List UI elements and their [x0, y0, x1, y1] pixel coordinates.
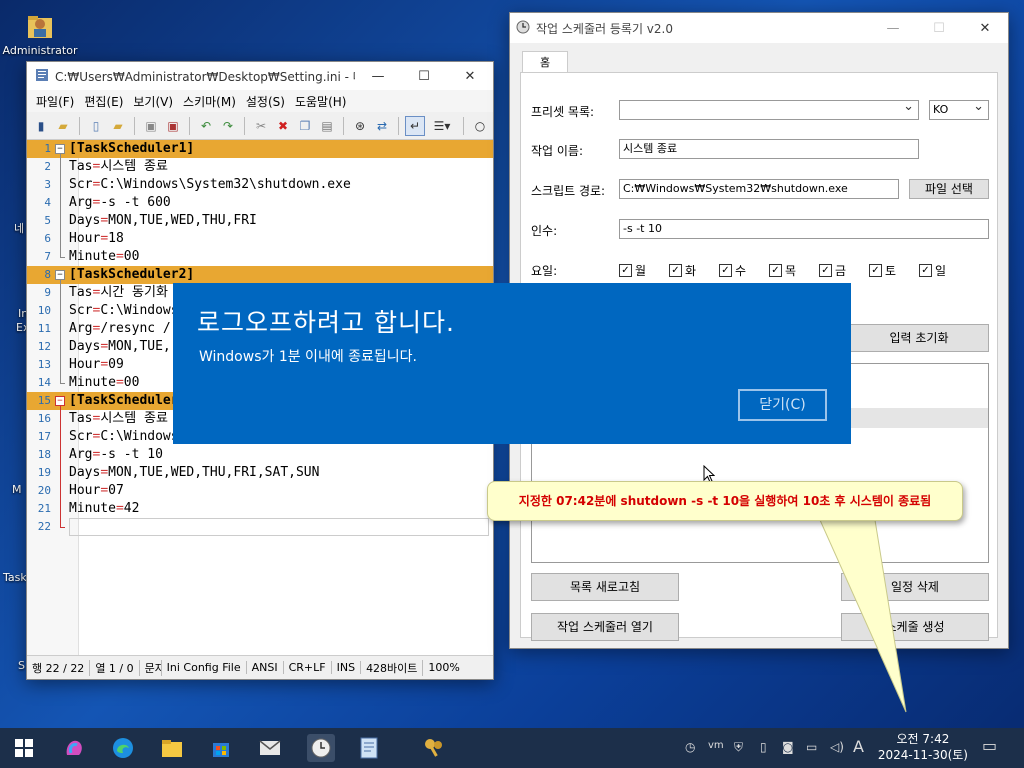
usb-icon[interactable]: ▯: [760, 740, 767, 754]
notification-icon[interactable]: ▭: [982, 736, 997, 755]
start-icon[interactable]: [12, 736, 36, 760]
callout-tail: [819, 519, 907, 713]
ime-indicator[interactable]: A: [853, 737, 864, 756]
clock-date: 2024-11-30(토): [877, 748, 968, 762]
vm-tray-icon[interactable]: vm: [708, 740, 724, 751]
edge-icon[interactable]: [111, 736, 135, 760]
volume-icon[interactable]: ◁): [830, 740, 844, 754]
annotation-callout: 지정한 07:42분에 shutdown -s -t 10을 실행하여 10초 …: [487, 481, 963, 521]
notepad-taskbar-icon[interactable]: [357, 736, 381, 760]
webcam-icon[interactable]: ◙: [782, 740, 794, 754]
taskbar-clock[interactable]: 오전 7:42 2024-11-30(토): [878, 731, 968, 763]
clock-time: 오전 7:42: [896, 732, 950, 746]
scheduler-taskbar-icon[interactable]: [307, 734, 335, 762]
copilot-icon[interactable]: [62, 736, 86, 760]
taskbar: ◷ vm ⛨ ▯ ◙ ▭ ◁) A 오전 7:42 2024-11-30(토) …: [0, 728, 1024, 768]
clock-tray-icon[interactable]: ◷: [685, 740, 695, 754]
network-icon[interactable]: ▭: [806, 740, 817, 754]
mail-icon[interactable]: [258, 736, 282, 760]
file-explorer-icon[interactable]: [160, 736, 184, 760]
shield-icon[interactable]: ⛨: [734, 740, 743, 755]
store-icon[interactable]: [209, 736, 233, 760]
keys-icon[interactable]: [422, 736, 446, 760]
